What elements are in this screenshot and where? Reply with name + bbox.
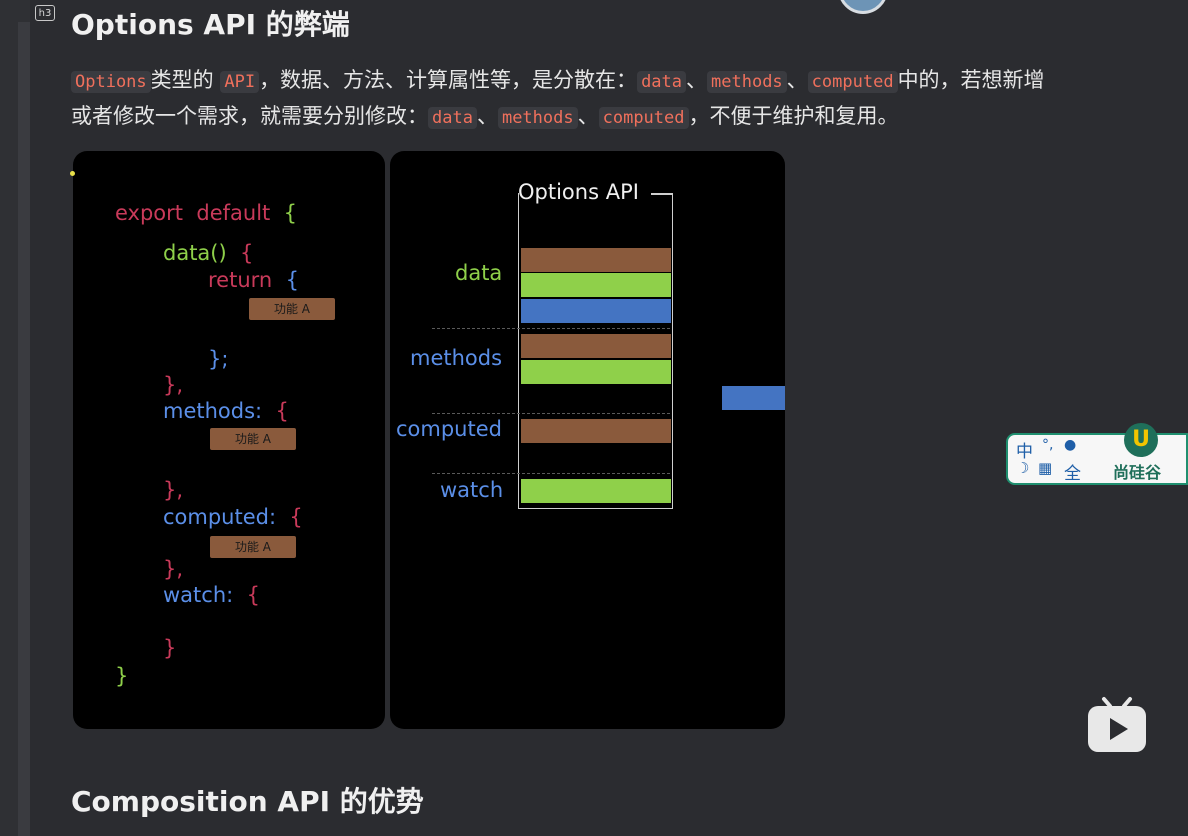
section-label-methods: methods (410, 346, 503, 370)
bar-data-green (521, 273, 671, 297)
code-close-return: }; (208, 347, 229, 371)
brace-close: }, (163, 478, 184, 502)
paragraph-text: 类型的 (150, 68, 221, 92)
feature-block-computed: 功能 A (210, 536, 296, 558)
moon-icon[interactable]: ☽ (1016, 459, 1029, 477)
bar-methods-green (521, 360, 671, 384)
kw-watch: watch: (163, 583, 234, 607)
code-close-watch: } (163, 636, 177, 660)
brace-open: { (285, 268, 299, 292)
h3-tag-icon: h3 (35, 5, 55, 21)
paragraph-line-1: Options 类型的 API ，数据、方法、计算属性等，是分散在： data、 met… (71, 62, 1151, 98)
code-line-watch: watch: { (163, 583, 260, 607)
side-blue-bar (722, 386, 785, 410)
paragraph-text: 、 (476, 104, 498, 128)
description-paragraph: Options 类型的 API ，数据、方法、计算属性等，是分散在： data、 met… (71, 62, 1151, 134)
code-line-export: export default { (115, 201, 297, 225)
paragraph-text: 或者修改一个需求，就需要分别修改： (71, 104, 428, 128)
divider (432, 413, 670, 414)
cursor-dot (70, 171, 75, 176)
inline-code: Options (71, 71, 151, 93)
kw-default: default (196, 201, 271, 225)
kw-data: data() (163, 241, 227, 265)
options-title: Options API (518, 180, 639, 204)
code-close-methods: }, (163, 478, 183, 502)
section-label-computed: computed (396, 417, 502, 441)
kw-methods: methods: (163, 399, 263, 423)
code-close-export: } (115, 664, 129, 688)
code-line-return: return { (208, 268, 299, 292)
inline-code: data (637, 71, 687, 93)
divider (432, 473, 670, 474)
paragraph-text: ，不便于维护和复用。 (688, 104, 899, 128)
bar-computed-brown (521, 419, 671, 443)
code-line-computed: computed: { (163, 505, 303, 529)
fullwidth-icon[interactable]: 全 (1064, 459, 1081, 484)
play-button-icon[interactable] (1086, 696, 1148, 754)
section-label-watch: watch (440, 478, 504, 502)
inline-code: methods (497, 107, 578, 129)
bar-watch-green (521, 479, 671, 503)
ime-brand-label: 尚硅谷 (1113, 463, 1162, 482)
inline-code: computed (807, 71, 898, 93)
section-heading: Options API 的弊端 (71, 8, 350, 41)
inline-code: methods (707, 71, 787, 93)
brace-open: { (275, 399, 289, 423)
section-label-data: data (455, 261, 503, 285)
brace-open: { (283, 201, 298, 225)
code-line-data: data() { (163, 241, 253, 265)
code-line-methods: methods: { (163, 399, 289, 423)
code-close-computed: }, (163, 557, 183, 581)
inline-code: data (428, 107, 477, 129)
left-rule (18, 22, 30, 836)
next-section-heading: Composition API 的优势 (71, 785, 424, 818)
divider (432, 328, 670, 329)
brace-open: { (289, 505, 303, 529)
brace-close: }, (163, 557, 184, 581)
feature-block-data: 功能 A (249, 298, 335, 320)
ime-toolbar[interactable]: 中 °, ● ☽ ▦ 全 尚硅谷 (1006, 433, 1188, 485)
kw-export: export (115, 201, 184, 225)
bar-data-blue (521, 299, 671, 323)
user-icon[interactable]: ● (1064, 437, 1076, 453)
paragraph-line-2: 或者修改一个需求，就需要分别修改： data、 methods、 computed ，不… (71, 98, 1151, 134)
bar-data-brown (521, 248, 671, 272)
options-box-topline (651, 193, 673, 195)
inline-code: computed (598, 107, 689, 129)
ime-punct-icon[interactable]: °, (1042, 437, 1053, 453)
brace-close: }, (163, 373, 184, 397)
bar-methods-brown (521, 334, 671, 358)
brace-open: { (246, 583, 260, 607)
brace-open: { (240, 241, 254, 265)
brand-logo-icon[interactable]: U (1124, 423, 1158, 457)
paragraph-text: ，数据、方法、计算属性等，是分散在： (259, 68, 638, 92)
feature-block-methods: 功能 A (210, 428, 296, 450)
paragraph-text: 、 (577, 104, 599, 128)
paragraph-text: 、 (686, 68, 708, 92)
paragraph-text: 中的，若想新增 (897, 68, 1045, 92)
avatar[interactable] (838, 0, 888, 14)
keyboard-icon[interactable]: ▦ (1038, 459, 1052, 477)
inline-code: API (220, 71, 260, 93)
kw-return: return (208, 268, 273, 292)
code-close-data: }, (163, 373, 183, 397)
kw-computed: computed: (163, 505, 277, 529)
paragraph-text: 、 (786, 68, 808, 92)
